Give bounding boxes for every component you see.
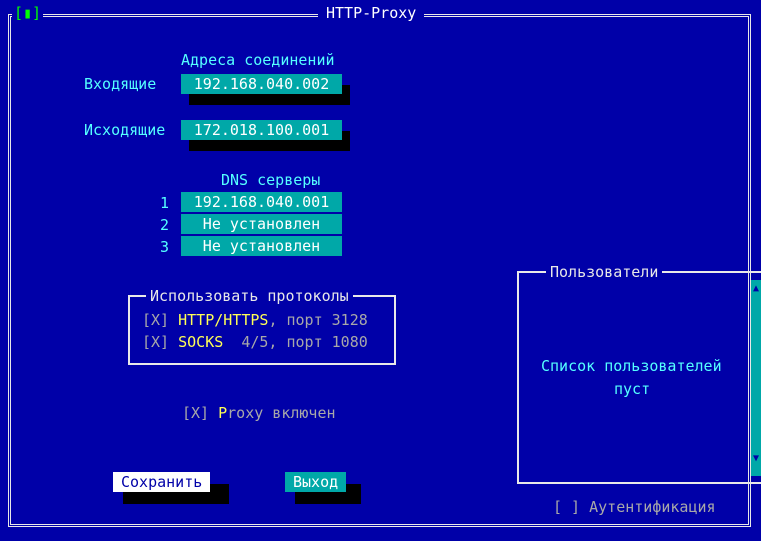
dns-server-2-field[interactable]: Не установлен bbox=[181, 214, 342, 234]
scroll-down-icon[interactable]: ▼ bbox=[751, 452, 761, 466]
protocol-http-check: [X] bbox=[142, 311, 170, 329]
window-title: HTTP-Proxy bbox=[318, 3, 425, 23]
save-button[interactable]: Сохранить bbox=[113, 472, 211, 492]
users-empty-line1: Список пользователей bbox=[541, 357, 722, 375]
incoming-address-field[interactable]: 192.168.040.002 bbox=[181, 74, 342, 94]
users-empty-line2: пуст bbox=[614, 380, 651, 398]
users-scrollbar[interactable] bbox=[751, 280, 761, 476]
protocols-group-title: Использовать протоколы bbox=[146, 286, 353, 306]
auth-label: Аутентификация bbox=[589, 498, 716, 516]
proxy-enabled-check: [X] bbox=[182, 404, 210, 422]
dns-server-3-field[interactable]: Не установлен bbox=[181, 236, 342, 256]
auth-checkbox[interactable]: [ ] Аутентификация bbox=[553, 497, 716, 517]
protocol-http-checkbox[interactable]: [X] HTTP/HTTPS, порт 3128 bbox=[142, 310, 368, 330]
users-panel-title: Пользователи bbox=[546, 262, 663, 282]
outgoing-label: Исходящие bbox=[84, 121, 166, 139]
protocol-socks-name: SOCKS bbox=[178, 333, 224, 351]
protocol-http-name: HTTP/HTTPS bbox=[178, 311, 269, 329]
dns-heading: DNS серверы bbox=[221, 171, 321, 189]
protocol-socks-port: 4/5, порт 1080 bbox=[223, 333, 368, 351]
users-panel[interactable] bbox=[517, 271, 761, 484]
exit-button[interactable]: Выход bbox=[285, 472, 347, 492]
protocol-socks-check: [X] bbox=[142, 333, 170, 351]
proxy-enabled-checkbox[interactable]: [X] Proxy включен bbox=[182, 403, 336, 423]
dns-index-1: 1 bbox=[160, 194, 170, 212]
dns-index-3: 3 bbox=[160, 238, 170, 256]
close-button[interactable]: [▮] bbox=[12, 3, 44, 23]
auth-check: [ ] bbox=[553, 498, 581, 516]
dns-index-2: 2 bbox=[160, 216, 170, 234]
incoming-label: Входящие bbox=[84, 75, 157, 93]
dns-server-1-field[interactable]: 192.168.040.001 bbox=[181, 192, 342, 212]
proxy-enabled-label: roxy включен bbox=[227, 404, 336, 422]
protocol-http-port: , порт 3128 bbox=[268, 311, 368, 329]
scroll-up-icon[interactable]: ▲ bbox=[751, 282, 761, 296]
close-icon: [▮] bbox=[14, 4, 42, 22]
outgoing-address-field[interactable]: 172.018.100.001 bbox=[181, 120, 342, 140]
protocol-socks-checkbox[interactable]: [X] SOCKS 4/5, порт 1080 bbox=[142, 332, 368, 352]
addresses-heading: Адреса соединений bbox=[181, 51, 335, 69]
proxy-enabled-hotkey: P bbox=[218, 404, 228, 422]
